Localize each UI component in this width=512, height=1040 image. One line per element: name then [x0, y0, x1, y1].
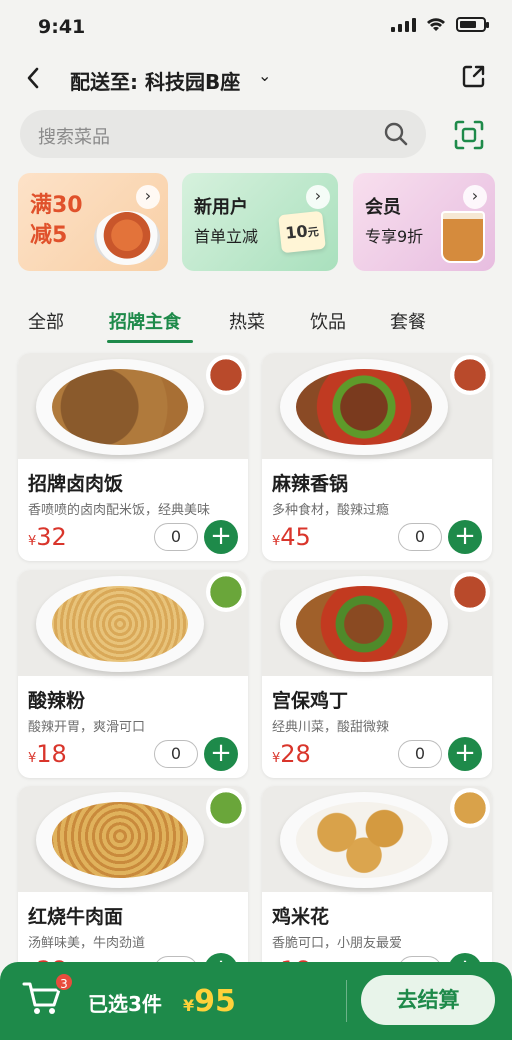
dish-image — [94, 211, 160, 265]
dish-card[interactable]: 招牌卤肉饭 香喷喷的卤肉配米饭，经典美味 ¥32 0 + — [18, 353, 248, 561]
coupon-ticket: 10元 — [278, 210, 326, 254]
dish-image — [262, 353, 492, 459]
delivery-address[interactable]: 配送至: 科技园B座 — [70, 66, 240, 95]
dish-card[interactable]: 麻辣香锅 多种食材，酸辣过瘾 ¥45 0 + — [262, 353, 492, 561]
dish-card[interactable]: 酸辣粉 酸辣开胃，爽滑可口 ¥18 0 + — [18, 570, 248, 778]
dish-card[interactable]: 宫保鸡丁 经典川菜，酸甜微辣 ¥28 0 + — [262, 570, 492, 778]
promo-card-member[interactable]: 会员 专享9折 › — [353, 173, 495, 271]
drink-image — [441, 211, 485, 263]
checkout-button[interactable]: 去结算 — [361, 975, 495, 1025]
dish-name: 鸡米花 — [272, 906, 330, 928]
dish-description: 香脆可口，小朋友最爱 — [272, 936, 403, 951]
search-bar[interactable]: 搜索菜品 — [20, 110, 426, 158]
dish-description: 多种食材，酸辣过瘾 — [272, 503, 390, 518]
dish-image — [262, 570, 492, 676]
dish-price: ¥18 — [28, 740, 67, 768]
cart-badge: 3 — [54, 972, 74, 992]
dish-name: 麻辣香锅 — [272, 473, 349, 495]
dish-description: 香喷喷的卤肉配米饭，经典美味 — [28, 503, 211, 518]
add-button[interactable]: + — [448, 520, 482, 554]
dish-name: 宫保鸡丁 — [272, 690, 349, 712]
top-nav: 配送至: 科技园B座 ⌄ — [0, 56, 512, 102]
back-icon[interactable] — [22, 64, 46, 92]
add-button[interactable]: + — [204, 737, 238, 771]
dish-image — [18, 786, 248, 892]
dish-description: 酸辣开胃，爽滑可口 — [28, 720, 146, 735]
dish-description: 经典川菜，酸甜微辣 — [272, 720, 390, 735]
chevron-down-icon[interactable]: ⌄ — [258, 66, 271, 85]
tab-drinks[interactable]: 饮品 — [310, 308, 346, 334]
tab-all[interactable]: 全部 — [28, 308, 64, 334]
chevron-right-icon: › — [136, 185, 160, 209]
quantity-display: 0 — [398, 523, 442, 551]
status-time: 9:41 — [38, 16, 86, 38]
selected-count: 已选3件 — [88, 992, 162, 1016]
status-bar: 9:41 — [0, 0, 512, 56]
quantity-display: 0 — [154, 740, 198, 768]
search-input[interactable]: 搜索菜品 — [38, 123, 110, 149]
dish-image — [262, 786, 492, 892]
cart-bar: 3 已选3件 ¥95 去结算 — [0, 962, 512, 1040]
promo-card-new-user[interactable]: 新用户 首单立减 10元 › — [182, 173, 338, 271]
cart-total: ¥95 — [183, 984, 236, 1019]
category-tabs: 全部 招牌主食 热菜 饮品 套餐 — [0, 298, 512, 344]
search-icon[interactable] — [382, 120, 410, 148]
add-button[interactable]: + — [204, 520, 238, 554]
add-button[interactable]: + — [448, 737, 482, 771]
share-icon[interactable] — [460, 62, 488, 90]
quantity-display: 0 — [398, 740, 442, 768]
wifi-icon — [427, 18, 445, 31]
quantity-display: 0 — [154, 523, 198, 551]
signal-icon — [391, 16, 416, 32]
tab-combos[interactable]: 套餐 — [390, 308, 426, 334]
dish-image — [18, 353, 248, 459]
chevron-right-icon: › — [306, 185, 330, 209]
dish-description: 汤鲜味美，牛肉劲道 — [28, 936, 146, 951]
tab-hot-dishes[interactable]: 热菜 — [229, 308, 265, 334]
dish-image — [18, 570, 248, 676]
dish-price: ¥32 — [28, 523, 67, 551]
dish-name: 红烧牛肉面 — [28, 906, 124, 928]
chevron-right-icon: › — [463, 185, 487, 209]
divider — [346, 980, 347, 1022]
scan-icon[interactable] — [452, 118, 486, 152]
tab-indicator — [107, 340, 193, 343]
battery-icon — [456, 16, 489, 32]
promo-card-discount[interactable]: 满30 减5 › — [18, 173, 168, 271]
dish-price: ¥28 — [272, 740, 311, 768]
tab-signature[interactable]: 招牌主食 — [109, 308, 181, 334]
dish-name: 招牌卤肉饭 — [28, 473, 124, 495]
dish-name: 酸辣粉 — [28, 690, 86, 712]
dish-price: ¥45 — [272, 523, 311, 551]
